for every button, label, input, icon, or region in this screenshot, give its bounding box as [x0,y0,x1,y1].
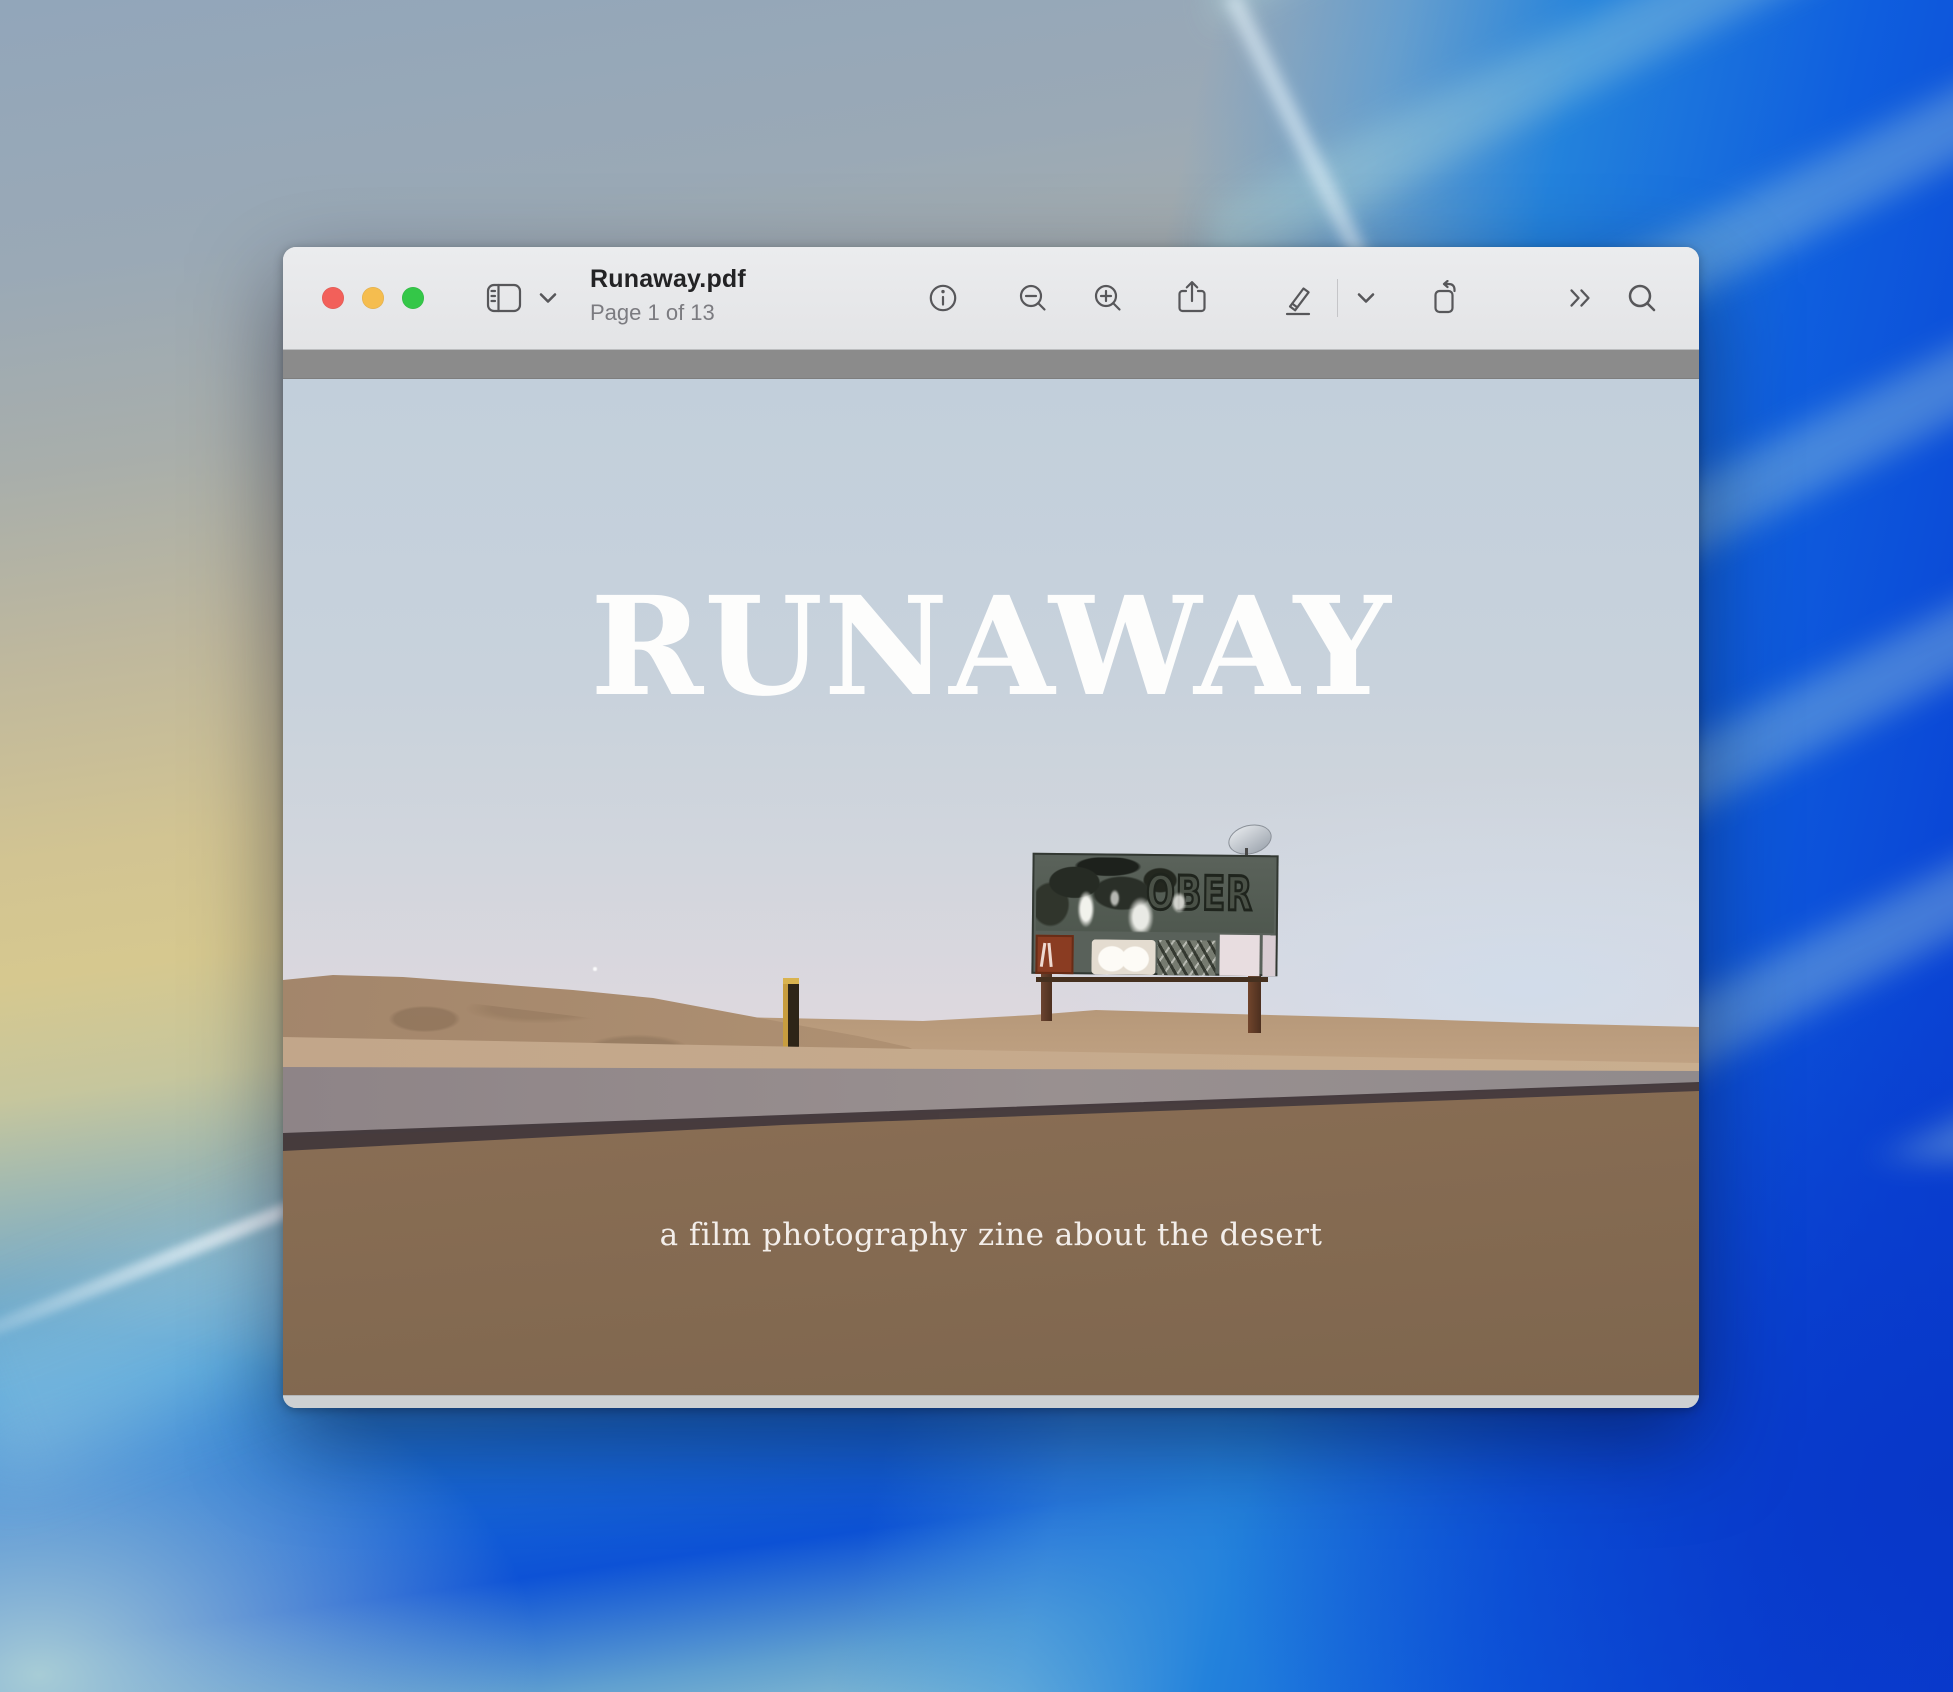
chevron-down-icon [539,292,557,304]
billboard-red-sign [1035,935,1073,974]
sidebar-toggle-button[interactable] [485,282,523,314]
zoom-out-button[interactable] [1015,280,1051,316]
magnifier-minus-icon [1015,280,1051,316]
search-icon [1624,280,1660,316]
billboard-white-patch-left [1091,939,1155,975]
markup-menu-button[interactable] [1356,291,1376,305]
rotate-button[interactable] [1427,279,1463,317]
pdf-cover-subtitle: a film photography zine about the desert [283,1217,1699,1253]
traffic-light-close-button[interactable] [322,287,344,309]
markup-button[interactable] [1280,280,1316,318]
billboard-white-patch-right [1219,935,1259,976]
photo-star-speck [593,967,597,971]
share-icon [1174,279,1210,317]
page-indicator: Page 1 of 13 [590,302,746,324]
double-chevron-right-icon [1563,281,1597,315]
zoom-in-button[interactable] [1090,280,1126,316]
satellite-dish [1225,820,1275,859]
pdf-page-photo: OBER RUNAWAY a film photography zine abo… [283,379,1699,1395]
info-icon [925,280,961,316]
window-title: Runaway.pdf [590,267,746,292]
billboard-edge-sliver [1262,935,1275,976]
traffic-light-zoom-button[interactable] [402,287,424,309]
window-titlebar: Runaway.pdf Page 1 of 13 [283,247,1699,350]
toolbar-overflow-button[interactable] [1562,280,1598,316]
chevron-down-icon [1357,292,1375,304]
preview-window: Runaway.pdf Page 1 of 13 [283,247,1699,1408]
photo-billboard: OBER [1032,825,1282,1040]
window-bottom-edge [283,1395,1699,1408]
info-button[interactable] [925,280,961,316]
share-button[interactable] [1174,278,1210,318]
search-button[interactable] [1624,280,1660,316]
desktop: Runaway.pdf Page 1 of 13 [0,0,1953,1692]
magnifier-plus-icon [1090,280,1126,316]
document-background-strip [283,350,1699,379]
billboard-cross-rail [1036,977,1268,982]
billboard-paint-splashes [1036,857,1275,933]
photo-bollard-post [783,978,799,1048]
traffic-light-minimize-button[interactable] [362,287,384,309]
window-title-block: Runaway.pdf Page 1 of 13 [590,267,746,324]
toolbar-divider [1337,279,1338,317]
markup-pencil-icon [1280,281,1316,317]
view-menu-button[interactable] [538,291,558,305]
billboard-scribble-patch [1157,940,1215,976]
rotate-left-icon [1428,280,1462,316]
billboard-panel: OBER [1031,853,1278,977]
sidebar-icon [486,283,522,313]
pdf-cover-title: RUNAWAY [283,579,1699,715]
